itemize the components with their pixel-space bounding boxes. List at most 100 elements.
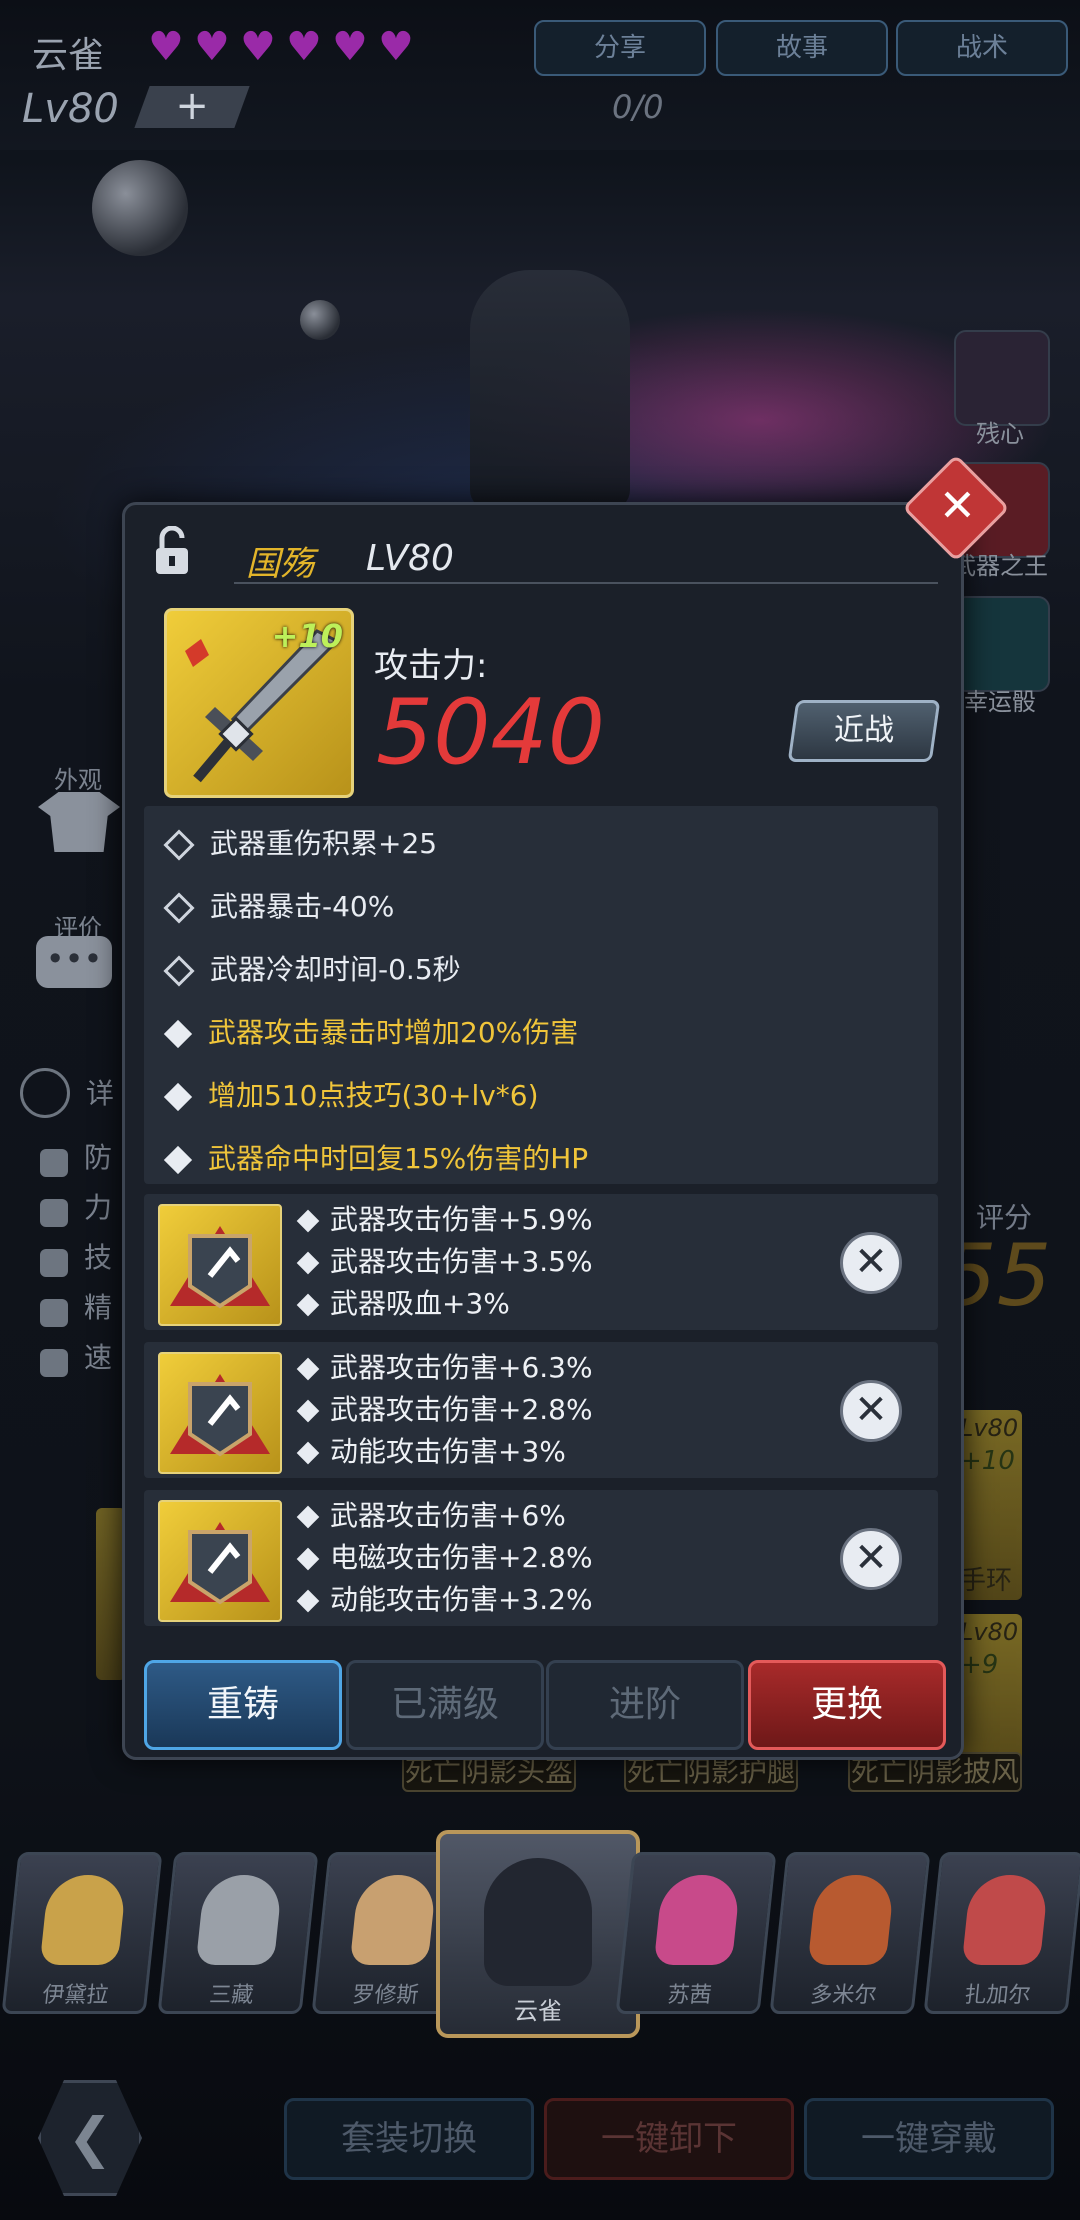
tab-tactics[interactable]: 战术 [896, 20, 1068, 76]
roster-card[interactable]: 苏茜 [615, 1852, 777, 2014]
portrait-icon [195, 1875, 284, 1965]
gem-attribute: 武器攻击伤害+3.5% [300, 1242, 593, 1282]
roster-name: 伊黛拉 [41, 1983, 110, 2008]
moon-decoration [300, 300, 340, 340]
gem-slot: 武器攻击伤害+6% 电磁攻击伤害+2.8% 动能攻击伤害+3.2% ✕ [144, 1490, 938, 1626]
remove-gem-button[interactable]: ✕ [840, 1380, 902, 1442]
advance-button[interactable]: 进阶 [546, 1660, 744, 1750]
stat-label: 速 [84, 1341, 113, 1374]
appearance-label: 外观 [54, 766, 102, 794]
stat-list: 防力技精速 [40, 1136, 120, 1396]
level-up-button[interactable]: + [134, 83, 250, 129]
attribute-row: 增加510点技巧(30+lv*6) [163, 1076, 539, 1116]
attribute-text: 武器冷却时间-0.5秒 [210, 953, 461, 986]
hollow-diamond-icon [163, 892, 195, 924]
attribute-text: 武器攻击暴击时增加20%伤害 [208, 1016, 579, 1049]
bracelet-level: Lv80 [960, 1414, 1019, 1442]
roster-card[interactable]: 伊黛拉 [1, 1852, 163, 2014]
attribute-text: 武器重伤积累+25 [210, 827, 438, 860]
attribute-text: 武器暴击-40% [210, 890, 395, 923]
heart-icon: ♥ [148, 24, 184, 70]
gem-attribute: 武器攻击伤害+5.9% [300, 1200, 593, 1240]
cape-enhance: +9 [960, 1650, 999, 1680]
remove-gem-button[interactable]: ✕ [840, 1528, 902, 1590]
diamond-icon [163, 1019, 193, 1049]
attribute-row: 武器攻击暴击时增加20%伤害 [163, 1013, 579, 1053]
roster-card-selected[interactable]: 云雀 [436, 1830, 640, 2038]
suit-switch-button[interactable]: 套装切换 [284, 2098, 534, 2180]
max-level-button[interactable]: 已满级 [346, 1660, 544, 1750]
character-silhouette [470, 270, 630, 510]
weapon-name: 国殇 [246, 544, 314, 584]
attribute-row: 武器重伤积累+25 [163, 824, 438, 864]
stat-label: 精 [84, 1291, 113, 1324]
gem-attribute: 武器攻击伤害+2.8% [300, 1390, 593, 1430]
roster-name: 三藏 [208, 1983, 255, 2008]
zanxin-skill-icon[interactable] [954, 330, 1050, 426]
gem-attribute: 电磁攻击伤害+2.8% [300, 1538, 593, 1578]
detail-label: 详 [86, 1077, 115, 1110]
lucky-dice-icon[interactable] [954, 596, 1050, 692]
melee-type-button[interactable]: 近战 [787, 700, 941, 762]
stat-icon [40, 1298, 68, 1327]
replace-button[interactable]: 更换 [748, 1660, 946, 1750]
stat-row: 防 [40, 1136, 112, 1180]
heart-icon: ♥ [194, 24, 230, 70]
attribute-row: 武器命中时回复15%伤害的HP [163, 1139, 588, 1179]
stat-label: 力 [84, 1191, 113, 1224]
melee-label: 近战 [834, 713, 894, 748]
back-arrow-icon: ❮ [67, 2106, 113, 2169]
plus-label: + [175, 83, 210, 129]
attack-value: 5040 [376, 680, 606, 785]
portrait-icon [484, 1858, 592, 1986]
stat-label: 技 [84, 1241, 113, 1274]
roster-name: 扎加尔 [963, 1983, 1032, 2008]
side-label-zanxin: 残心 [976, 420, 1024, 448]
gem-attribute: 武器吸血+3% [300, 1284, 510, 1324]
unlock-icon[interactable] [154, 526, 190, 576]
stat-row: 速 [40, 1336, 112, 1380]
gem-attribute: 武器攻击伤害+6% [300, 1496, 566, 1536]
roster-card[interactable]: 三藏 [157, 1852, 319, 2014]
roster-card[interactable]: 多米尔 [769, 1852, 931, 2014]
bracelet-name: 手环 [960, 1566, 1013, 1596]
tab-share[interactable]: 分享 [534, 20, 706, 76]
gem-attribute: 动能攻击伤害+3.2% [300, 1580, 593, 1620]
diamond-icon [163, 1145, 193, 1175]
attribute-panel: 武器重伤积累+25 武器暴击-40% 武器冷却时间-0.5秒武器攻击暴击时增加20%… [144, 806, 938, 1184]
stat-icon [40, 1348, 68, 1377]
character-level: Lv80 [22, 86, 119, 132]
heart-icon: ♥ [378, 24, 414, 70]
stat-icon [40, 1148, 68, 1177]
heart-rating: ♥ ♥ ♥ ♥ ♥ ♥ [148, 0, 428, 70]
portrait-icon [349, 1875, 438, 1965]
portrait-icon [653, 1875, 742, 1965]
stat-row: 技 [40, 1236, 112, 1280]
heart-icon: ♥ [286, 24, 322, 70]
gem-icon [158, 1500, 282, 1622]
title-divider [234, 582, 938, 584]
stat-label: 防 [84, 1141, 113, 1174]
reforge-button[interactable]: 重铸 [144, 1660, 342, 1750]
close-icon: ✕ [938, 480, 976, 532]
roster-card[interactable]: 扎加尔 [923, 1852, 1080, 2014]
gem-attribute: 动能攻击伤害+3% [300, 1432, 566, 1472]
unequip-all-button[interactable]: 一键卸下 [544, 2098, 794, 2180]
cape-level: Lv80 [960, 1618, 1019, 1646]
gem-slot: 武器攻击伤害+5.9% 武器攻击伤害+3.5% 武器吸血+3% ✕ [144, 1194, 938, 1330]
remove-gem-button[interactable]: ✕ [840, 1232, 902, 1294]
diamond-icon [163, 1082, 193, 1112]
planet-decoration [92, 160, 188, 256]
chat-bubble-icon[interactable]: ••• [36, 936, 112, 988]
roster-name: 多米尔 [809, 1983, 878, 2008]
character-name: 云雀 [32, 35, 105, 76]
equip-all-button[interactable]: 一键穿戴 [804, 2098, 1054, 2180]
tab-story[interactable]: 故事 [716, 20, 888, 76]
weapon-level: LV80 [366, 538, 454, 579]
search-icon[interactable] [20, 1068, 70, 1118]
attribute-row: 武器暴击-40% [163, 887, 395, 927]
bracelet-card[interactable]: Lv80 +10 手环 [956, 1410, 1022, 1600]
heart-icon: ♥ [240, 24, 276, 70]
portrait-icon [807, 1875, 896, 1965]
progress-count: 0/0 [612, 88, 664, 126]
